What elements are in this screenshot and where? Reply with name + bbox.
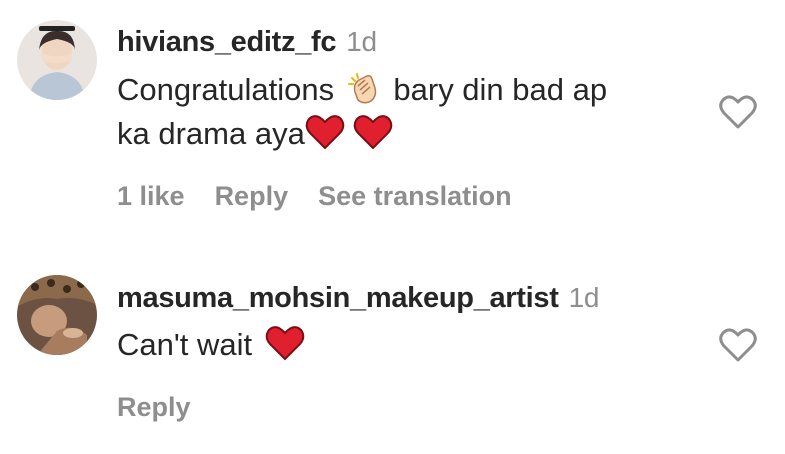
comment-actions: Reply (117, 392, 221, 423)
comment-text-part: ka drama aya (117, 116, 305, 151)
comment-text: Can't wait (117, 323, 309, 367)
see-translation-button[interactable]: See translation (318, 181, 512, 211)
comment-text-part: Can't wait (117, 327, 253, 362)
avatar[interactable] (17, 275, 97, 355)
avatar[interactable] (17, 20, 97, 100)
comment-username[interactable]: masuma_mohsin_makeup_artist 1d (117, 282, 599, 315)
red-heart-icon (305, 114, 345, 150)
comment-item: masuma_mohsin_makeup_artist 1d Can't wait… (0, 255, 785, 454)
username-text[interactable]: masuma_mohsin_makeup_artist (117, 282, 559, 314)
comment-text: Congratulations bary din bad ap ka drama… (117, 68, 607, 156)
clapping-hands-icon (347, 72, 381, 106)
comment-username[interactable]: hivians_editz_fc 1d (117, 26, 377, 59)
comment-time: 1d (346, 26, 377, 57)
comment-time: 1d (568, 282, 600, 313)
heart-outline-icon[interactable] (718, 94, 758, 130)
comment-actions: 1 like Reply See translation (117, 181, 542, 212)
reply-button[interactable]: Reply (215, 181, 289, 211)
heart-outline-icon[interactable] (718, 327, 758, 363)
red-heart-icon (353, 114, 393, 150)
reply-button[interactable]: Reply (117, 392, 191, 422)
red-heart-icon (265, 325, 305, 361)
comment-text-part: Congratulations (117, 72, 335, 107)
likes-count[interactable]: 1 like (117, 181, 185, 211)
comment-item: hivians_editz_fc 1d Congratulations bary … (0, 0, 785, 240)
username-text[interactable]: hivians_editz_fc (117, 26, 337, 58)
comment-text-part: bary din bad ap (393, 72, 608, 107)
